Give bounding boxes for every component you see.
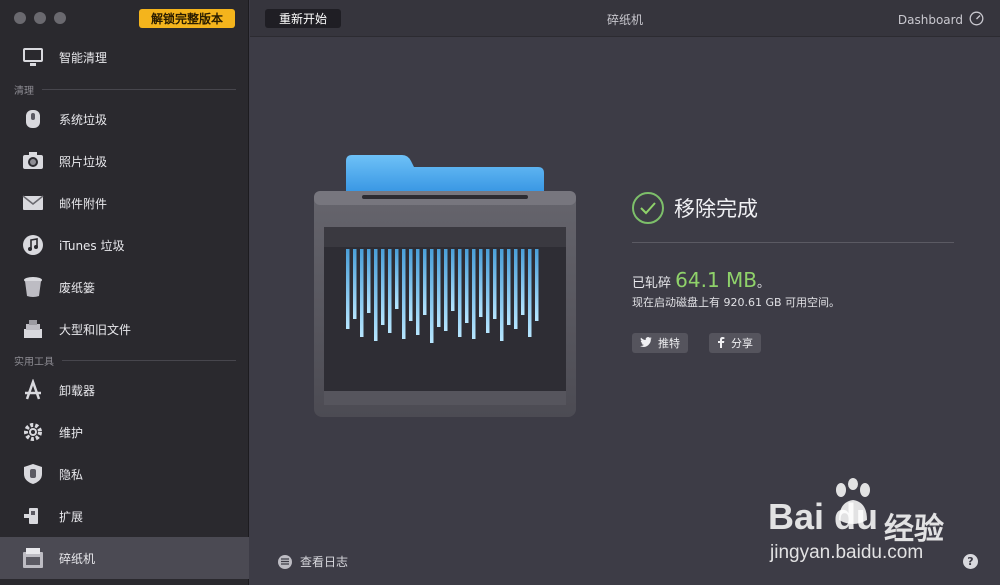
view-log-label: 查看日志 xyxy=(300,555,349,569)
sidebar-item-label: 废纸篓 xyxy=(59,280,96,295)
sidebar-item-label: 维护 xyxy=(59,425,84,440)
sidebar-item-label: 扩展 xyxy=(59,509,84,524)
sidebar-item-label: 系统垃圾 xyxy=(59,112,108,127)
paw-logo-icon xyxy=(831,478,875,534)
paper-strip xyxy=(458,249,462,337)
baidu-watermark: Bai du 经验 jingyan.baidu.com xyxy=(768,478,973,570)
hand-shield-icon xyxy=(21,462,45,486)
shredded-suffix: 。 xyxy=(757,276,771,291)
camera-icon xyxy=(21,149,45,173)
checkmark-icon xyxy=(632,192,664,224)
twitter-icon xyxy=(640,336,652,350)
plugin-icon xyxy=(21,504,45,528)
paper-strip xyxy=(388,249,392,333)
paper-strip xyxy=(346,249,350,329)
section-header-utilities: 实用工具 xyxy=(14,353,236,368)
sidebar-item-shredder[interactable]: 碎纸机 xyxy=(0,537,249,579)
tweet-label: 推特 xyxy=(658,337,680,350)
sidebar-item-photo-junk[interactable]: 照片垃圾 xyxy=(0,140,249,182)
paper-strip xyxy=(444,249,448,331)
shredder-icon xyxy=(21,546,45,570)
sidebar-item-label: 大型和旧文件 xyxy=(59,322,132,337)
paper-strip xyxy=(381,249,385,325)
paper-strip xyxy=(395,249,399,309)
sidebar-item-itunes-junk[interactable]: iTunes 垃圾 xyxy=(0,224,249,266)
paper-strip xyxy=(507,249,511,325)
minimize-window-button[interactable] xyxy=(34,12,46,24)
share-button[interactable]: 分享 xyxy=(709,333,761,353)
sidebar-item-privacy[interactable]: 隐私 xyxy=(0,453,249,495)
sidebar-item-trash[interactable]: 废纸篓 xyxy=(0,266,249,308)
tweet-button[interactable]: 推特 xyxy=(632,333,688,353)
files-stack-icon xyxy=(21,317,45,341)
sidebar-item-maintenance[interactable]: 维护 xyxy=(0,411,249,453)
paper-strip xyxy=(465,249,469,323)
mail-icon xyxy=(21,191,45,215)
shredded-prefix: 已轧碎 xyxy=(632,276,672,291)
sidebar-item-large-old-files[interactable]: 大型和旧文件 xyxy=(0,308,249,350)
unlock-full-version-button[interactable]: 解锁完整版本 xyxy=(139,9,235,28)
shredder-illustration xyxy=(312,153,578,417)
share-label: 分享 xyxy=(731,337,753,350)
paper-strip xyxy=(402,249,406,339)
paper-strip xyxy=(521,249,525,315)
sidebar-item-label: 照片垃圾 xyxy=(59,154,108,169)
sidebar-item-uninstaller[interactable]: 卸载器 xyxy=(0,369,249,411)
paper-strip xyxy=(528,249,532,337)
sidebar-item-mail-attachments[interactable]: 邮件附件 xyxy=(0,182,249,224)
paper-strip xyxy=(500,249,504,341)
paper-strip xyxy=(374,249,378,341)
toolbar: 重新开始 碎纸机 Dashboard xyxy=(250,0,1000,37)
paper-strip xyxy=(409,249,413,321)
window-controls xyxy=(14,12,66,24)
app-store-icon xyxy=(21,378,45,402)
window-title: 碎纸机 xyxy=(606,13,643,27)
paper-strip xyxy=(437,249,441,327)
sidebar-item-system-junk[interactable]: 系统垃圾 xyxy=(0,98,249,140)
completion-status: 移除完成 xyxy=(632,192,758,224)
paper-strip xyxy=(535,249,539,321)
close-window-button[interactable] xyxy=(14,12,26,24)
paper-strip xyxy=(353,249,357,319)
trash-icon xyxy=(21,275,45,299)
paper-strip xyxy=(367,249,371,313)
sidebar-item-label: 碎纸机 xyxy=(59,551,96,566)
music-icon xyxy=(21,233,45,257)
section-header-cleanup: 清理 xyxy=(14,82,236,97)
paper-strip xyxy=(472,249,476,339)
facebook-icon xyxy=(717,336,725,351)
sidebar-item-label: 智能清理 xyxy=(59,50,108,65)
system-junk-icon xyxy=(21,107,45,131)
watermark-url: jingyan.baidu.com xyxy=(770,542,924,563)
paper-strip xyxy=(486,249,490,333)
paper-strip xyxy=(514,249,518,329)
dashboard-label: Dashboard xyxy=(897,13,963,27)
sidebar-item-label: 隐私 xyxy=(59,467,84,482)
status-text: 移除完成 xyxy=(674,197,758,221)
paper-strip xyxy=(430,249,434,343)
paper-strip xyxy=(360,249,364,337)
sidebar: 解锁完整版本 智能清理 清理 系统垃圾 照片垃圾 邮件附件 iTunes 垃圾 xyxy=(0,0,249,585)
view-log-button[interactable]: 查看日志 xyxy=(278,553,348,570)
paper-strip xyxy=(479,249,483,317)
shredded-summary: 已轧碎 64.1 MB。 xyxy=(632,268,770,292)
sidebar-item-label: 邮件附件 xyxy=(59,196,108,211)
monitor-icon xyxy=(21,45,45,69)
paper-strip xyxy=(493,249,497,319)
sidebar-item-label: 卸载器 xyxy=(59,383,96,398)
sidebar-item-smart-cleanup[interactable]: 智能清理 xyxy=(0,36,249,78)
sidebar-item-extensions[interactable]: 扩展 xyxy=(0,495,249,537)
paper-strip xyxy=(451,249,455,311)
divider xyxy=(632,242,954,243)
dashboard-button[interactable]: Dashboard xyxy=(898,11,984,29)
shredded-size: 64.1 MB xyxy=(675,268,758,292)
sidebar-item-label: iTunes 垃圾 xyxy=(59,238,125,253)
paper-strip xyxy=(423,249,427,315)
list-icon xyxy=(278,554,292,569)
gauge-icon xyxy=(969,11,984,29)
zoom-window-button[interactable] xyxy=(54,12,66,24)
free-space-text: 现在启动磁盘上有 920.61 GB 可用空间。 xyxy=(632,296,841,309)
gear-icon xyxy=(21,420,45,444)
paper-strip xyxy=(416,249,420,335)
